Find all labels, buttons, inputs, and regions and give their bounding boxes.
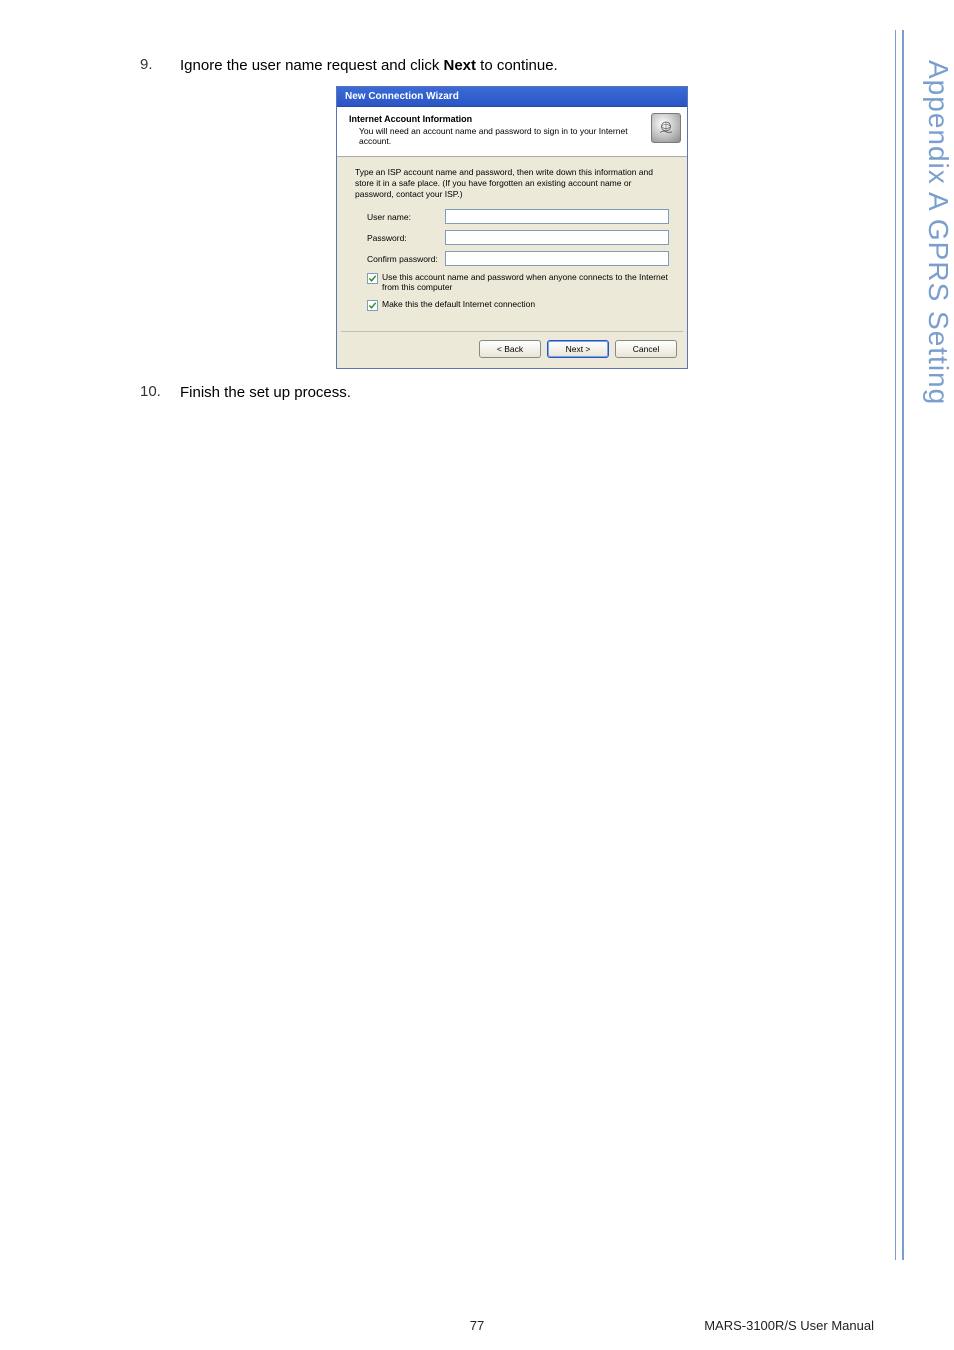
check-icon bbox=[368, 301, 377, 310]
check-icon bbox=[368, 274, 377, 283]
dialog-instructions: Type an ISP account name and password, t… bbox=[355, 167, 669, 199]
step-text: Finish the set up process. bbox=[180, 383, 351, 403]
globe-hand-icon bbox=[657, 119, 675, 137]
username-label: User name: bbox=[355, 212, 445, 222]
checkbox-default-conn[interactable] bbox=[367, 300, 378, 311]
dialog-header-subtitle: You will need an account name and passwo… bbox=[349, 124, 639, 146]
password-input[interactable] bbox=[445, 230, 669, 245]
step-9-pre: Ignore the user name request and click bbox=[180, 57, 443, 74]
dialog-header: Internet Account Information You will ne… bbox=[337, 107, 687, 157]
password-row: Password: bbox=[355, 230, 669, 245]
checkbox-1-row: Use this account name and password when … bbox=[355, 272, 669, 292]
manual-name: MARS-3100R/S User Manual bbox=[704, 1318, 874, 1333]
page-number: 77 bbox=[470, 1318, 484, 1333]
dialog-header-title: Internet Account Information bbox=[349, 114, 639, 124]
side-rule-inner bbox=[895, 30, 896, 1260]
dialog-footer: < Back Next > Cancel bbox=[337, 332, 687, 368]
dialog-body: Type an ISP account name and password, t… bbox=[337, 157, 687, 316]
new-connection-wizard-dialog: New Connection Wizard Internet Account I… bbox=[336, 86, 688, 368]
password-label: Password: bbox=[355, 233, 445, 243]
checkbox-2-row: Make this the default Internet connectio… bbox=[355, 299, 669, 311]
confirm-input[interactable] bbox=[445, 251, 669, 266]
step-number: 9. bbox=[140, 56, 180, 73]
checkbox-1-label: Use this account name and password when … bbox=[382, 272, 669, 292]
back-button[interactable]: < Back bbox=[479, 340, 541, 358]
side-rule bbox=[902, 30, 904, 1260]
username-row: User name: bbox=[355, 209, 669, 224]
checkbox-use-account[interactable] bbox=[367, 273, 378, 284]
next-button[interactable]: Next > bbox=[547, 340, 609, 358]
confirm-row: Confirm password: bbox=[355, 251, 669, 266]
step-text: Ignore the user name request and click N… bbox=[180, 56, 558, 76]
dialog-screenshot-wrap: New Connection Wizard Internet Account I… bbox=[140, 86, 884, 368]
username-input[interactable] bbox=[445, 209, 669, 224]
confirm-label: Confirm password: bbox=[355, 254, 445, 264]
step-number: 10. bbox=[140, 383, 180, 400]
step-9: 9. Ignore the user name request and clic… bbox=[140, 56, 884, 76]
dialog-titlebar: New Connection Wizard bbox=[337, 87, 687, 107]
wizard-icon bbox=[651, 113, 681, 143]
step-9-bold: Next bbox=[443, 57, 476, 74]
cancel-button[interactable]: Cancel bbox=[615, 340, 677, 358]
step-9-post: to continue. bbox=[476, 57, 558, 74]
appendix-side-title: Appendix A GPRS Setting bbox=[910, 60, 954, 660]
document-page: Appendix A GPRS Setting 9. Ignore the us… bbox=[0, 0, 954, 1350]
checkbox-2-label: Make this the default Internet connectio… bbox=[382, 299, 535, 309]
step-10: 10. Finish the set up process. bbox=[140, 383, 884, 403]
